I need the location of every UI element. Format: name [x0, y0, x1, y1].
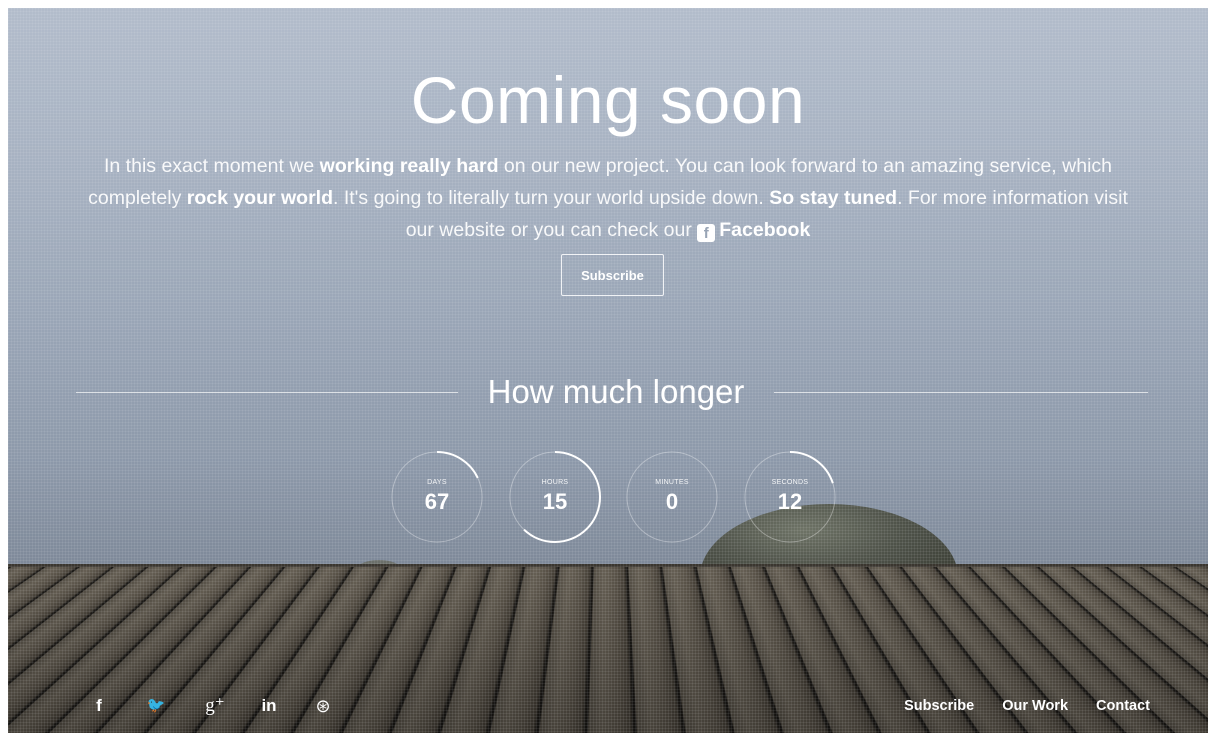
- facebook-link[interactable]: f Facebook: [697, 219, 811, 242]
- countdown-seconds: SECONDS 12: [742, 449, 838, 545]
- subscribe-button[interactable]: Subscribe: [561, 254, 664, 296]
- facebook-square-icon: f: [697, 224, 716, 242]
- google-plus-icon[interactable]: g⁺: [200, 694, 230, 718]
- countdown-seconds-label: SECONDS: [771, 479, 809, 486]
- facebook-icon[interactable]: f: [92, 694, 106, 718]
- countdown-minutes-value: 0: [665, 489, 679, 514]
- page-content: Coming soon In this exact moment we work…: [8, 8, 1208, 733]
- footer-link-contact[interactable]: Contact: [1096, 696, 1150, 716]
- dribbble-icon[interactable]: ⊛: [312, 694, 334, 718]
- countdown-minutes: MINUTES 0: [624, 449, 720, 545]
- countdown-hours-label: HOURS: [541, 479, 569, 486]
- countdown-days-label: DAYS: [427, 479, 447, 486]
- countdown-seconds-value: 12: [777, 489, 803, 514]
- intro-text: In this exact moment we working really h…: [88, 150, 1128, 246]
- footer-link-subscribe[interactable]: Subscribe: [904, 696, 974, 716]
- twitter-icon[interactable]: 🐦: [143, 694, 169, 718]
- countdown-minutes-label: MINUTES: [655, 479, 689, 486]
- countdown-days: DAYS 67: [389, 449, 485, 545]
- intro-text-part: . It's going to literally turn your worl…: [333, 187, 770, 209]
- countdown-days-value: 67: [424, 489, 450, 514]
- divider-left: [76, 392, 458, 393]
- countdown-hours: HOURS 15: [507, 449, 603, 545]
- footer-nav: Subscribe Our Work Contact: [904, 696, 1150, 716]
- linkedin-icon[interactable]: in: [256, 694, 282, 718]
- intro-emphasis-working: working really hard: [319, 155, 499, 177]
- facebook-link-label: Facebook: [719, 219, 811, 241]
- page-title: Coming soon: [410, 63, 806, 137]
- intro-text-part: In this exact moment we: [104, 155, 320, 177]
- divider-right: [774, 392, 1148, 393]
- page-frame: Coming soon In this exact moment we work…: [8, 8, 1208, 733]
- countdown-hours-value: 15: [542, 489, 568, 514]
- intro-emphasis-stay-tuned: So stay tuned: [769, 187, 898, 209]
- intro-emphasis-rock: rock your world: [186, 187, 334, 209]
- footer-link-our-work[interactable]: Our Work: [1002, 696, 1068, 716]
- countdown-heading: How much longer: [487, 373, 745, 410]
